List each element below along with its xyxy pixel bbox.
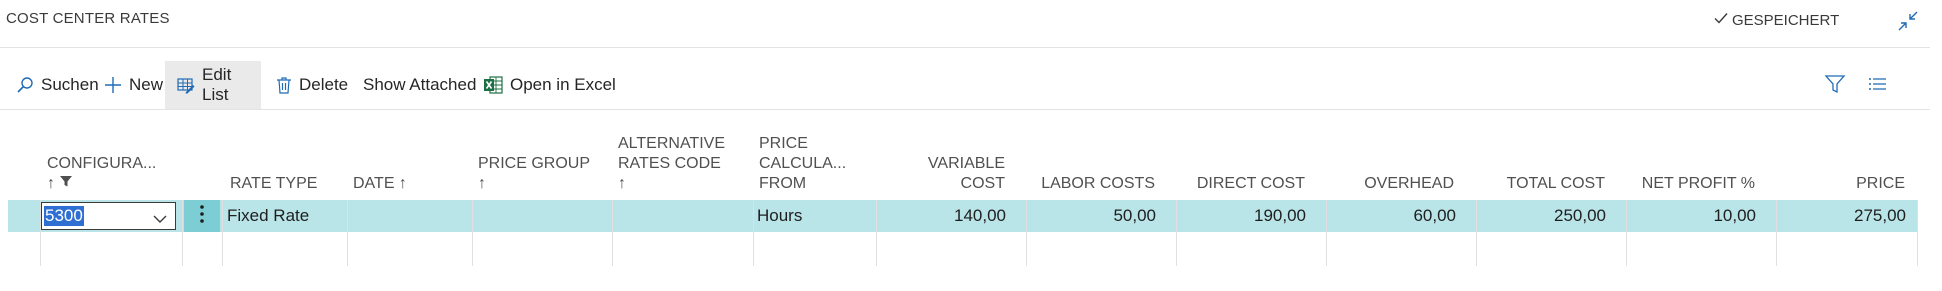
column-header-total-cost[interactable]: TOTAL COST [1470,110,1605,194]
column-divider [612,200,613,266]
column-header-price-calculation-label-2: CALCULA... [759,155,847,172]
cell-price-calculation-from[interactable]: Hours [757,200,872,232]
column-divider [1326,200,1327,266]
new-label: New [129,75,164,94]
column-header-direct-cost-label: DIRECT COST [1196,175,1305,192]
sort-ascending-icon: ↑ [478,175,486,192]
chevron-down-icon[interactable] [153,210,167,230]
column-divider [182,200,183,266]
column-divider [1026,200,1027,266]
column-divider [1626,200,1627,266]
list-view-icon[interactable] [1866,73,1890,97]
trash-icon [276,76,292,94]
column-header-price-label: PRICE [1856,175,1905,192]
edit-list-icon [177,76,195,94]
configuration-value: 5300 [44,206,84,226]
delete-button[interactable]: Delete [264,61,360,109]
cell-alternative-rates-code[interactable] [617,200,747,232]
search-label: Suchen [41,75,99,94]
column-header-alternative-rates-code[interactable]: ALTERNATIVE RATES CODE ↑ [618,110,748,194]
plus-icon [104,76,122,94]
column-header-price-group[interactable]: PRICE GROUP ↑ [478,110,608,194]
excel-icon [483,75,503,95]
column-header-total-cost-label: TOTAL COST [1506,175,1605,192]
column-header-price-calculation-label-1: PRICE [759,135,808,152]
cell-variable-cost[interactable]: 140,00 [880,200,1006,232]
column-header-net-profit-label: NET PROFIT % [1641,175,1755,192]
column-header-price-calculation-from[interactable]: PRICE CALCULA... FROM [759,110,879,194]
header-divider [0,47,1930,48]
filter-active-icon [59,174,73,194]
column-header-date[interactable]: DATE ↑ [353,110,463,194]
edit-list-button[interactable]: Edit List [165,61,261,109]
edit-list-label: Edit List [202,65,232,104]
column-header-overhead-label: OVERHEAD [1364,175,1454,192]
column-divider [1476,200,1477,266]
column-divider [222,200,223,266]
column-header-variable-cost-label-1: VARIABLE [927,155,1005,172]
saved-label: GESPEICHERT [1732,11,1840,29]
column-divider [876,200,877,266]
column-header-net-profit[interactable]: NET PROFIT % [1620,110,1755,194]
sort-filter-indicator: ↑ [47,174,167,194]
cell-direct-cost[interactable]: 190,00 [1180,200,1306,232]
column-header-price-group-label: PRICE GROUP [478,155,591,172]
column-header-rate-type-label: RATE TYPE [230,175,318,192]
cell-overhead[interactable]: 60,00 [1330,200,1456,232]
saved-status: GESPEICHERT [1713,10,1839,30]
sort-ascending-icon: ↑ [47,175,55,192]
more-options-icon [199,204,205,229]
column-header-variable-cost[interactable]: VARIABLE COST [900,110,1005,194]
column-divider [1176,200,1177,266]
new-button[interactable]: New [92,61,175,109]
action-bar: Suchen New Edit List Delete Show Attache… [0,61,1930,109]
column-header-overhead[interactable]: OVERHEAD [1320,110,1454,194]
column-header-date-label: DATE ↑ [353,175,407,192]
collapse-icon[interactable] [1897,10,1919,32]
column-divider [1776,200,1777,266]
show-attached-button[interactable]: Show Attached [351,61,488,109]
checkmark-icon [1713,10,1729,30]
column-divider [1917,200,1918,266]
configuration-dropdown[interactable]: 5300 [41,202,176,230]
sort-ascending-icon: ↑ [618,175,626,192]
column-header-configuration[interactable]: CONFIGURA... ↑ [47,110,167,194]
column-header-labor-costs[interactable]: LABOR COSTS [1020,110,1155,194]
column-header-price-calculation-label-3: FROM [759,175,807,192]
cell-rate-type[interactable]: Fixed Rate [227,200,342,232]
column-header-variable-cost-label-2: COST [960,175,1005,192]
show-attached-label: Show Attached [363,75,477,94]
column-header-alternative-rates-code-label-1: ALTERNATIVE [618,135,725,152]
column-header-alternative-rates-code-label-2: RATES CODE [618,155,721,172]
column-header-direct-cost[interactable]: DIRECT COST [1170,110,1305,194]
column-header-configuration-label: CONFIGURA... [47,155,157,172]
column-header-labor-costs-label: LABOR COSTS [1041,175,1155,192]
delete-label: Delete [299,75,349,94]
page-title: COST CENTER RATES [6,10,170,27]
cell-price[interactable]: 275,00 [1780,200,1906,232]
row-actions-button[interactable] [184,200,220,232]
cell-total-cost[interactable]: 250,00 [1480,200,1606,232]
column-header-price[interactable]: PRICE [1770,110,1905,194]
cell-net-profit[interactable]: 10,00 [1630,200,1756,232]
column-divider [347,200,348,266]
search-icon [16,76,34,94]
open-in-excel-button[interactable]: Open in Excel [471,61,628,109]
cell-price-group[interactable] [477,200,607,232]
table-row-empty[interactable] [8,232,1918,266]
filter-icon[interactable] [1824,73,1848,97]
cell-date[interactable] [352,200,467,232]
column-divider [753,200,754,266]
open-in-excel-label: Open in Excel [510,75,616,94]
column-divider [472,200,473,266]
cell-labor-costs[interactable]: 50,00 [1030,200,1156,232]
column-header-rate-type[interactable]: RATE TYPE [230,110,340,194]
